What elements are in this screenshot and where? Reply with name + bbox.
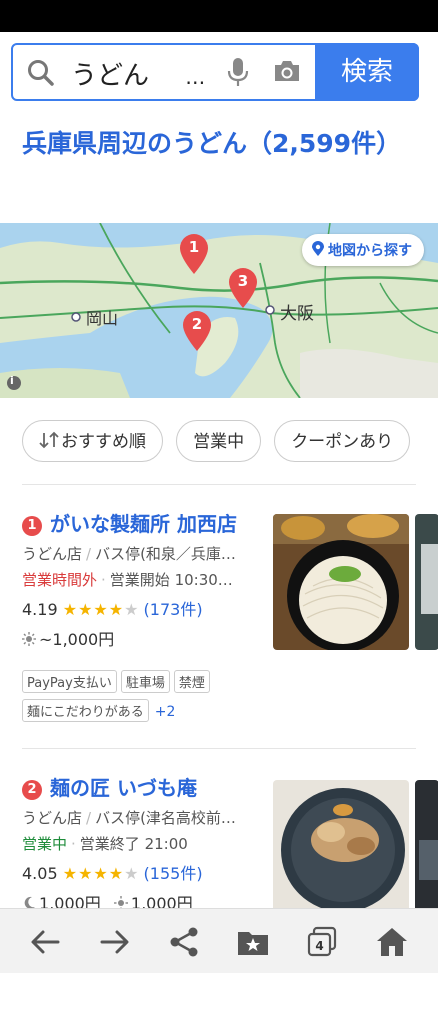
divider [22,484,416,485]
sort-chip-label: おすすめ順 [61,432,146,452]
result-access: バス停(津名高校前… [95,809,236,827]
review-count[interactable]: (173件) [144,600,203,619]
star-icon-empty: ★ [124,864,139,883]
result-meta: うどん店 / バス停(和泉／兵庫… [22,545,236,563]
filter-chip-open-now[interactable]: 営業中 [176,420,262,462]
map-label-okayama: 岡山 [86,309,119,328]
search-icon [28,60,54,86]
sort-icon [39,431,59,449]
map-pin-label: 1 [188,238,200,256]
map-search-label: 地図から探す [328,243,412,259]
result-tags: PayPay支払い 駐車場 禁煙 麺にこだわりがある +2 [22,670,267,728]
result-category: うどん店 [22,809,83,827]
share-icon[interactable] [167,925,201,959]
tag: 禁煙 [173,670,210,693]
search-bar[interactable]: うどん … 検索 [11,43,419,101]
forward-arrow-icon[interactable] [98,925,132,959]
moon-icon [24,896,35,908]
result-hours: 営業中 · 営業終了 21:00 [22,835,188,853]
map-info-icon[interactable]: i [10,374,14,387]
back-arrow-icon[interactable] [28,925,62,959]
sun-icon [113,896,128,908]
tag: 麺にこだわりがある [22,699,149,722]
search-query: うどん [71,61,150,91]
result-name: 麺の匠 いづも庵 [50,776,197,800]
result-number-badge: 1 [22,516,42,536]
map-label-osaka: 大阪 [280,304,314,324]
review-count[interactable]: (155件) [144,864,203,883]
sun-icon [22,632,36,646]
tag: PayPay支払い [22,670,117,693]
result-number-badge: 2 [22,780,42,800]
page-title: 兵庫県周辺のうどん（2,599件） [22,129,402,158]
result-hours: 営業時間外 · 営業開始 10:30… [22,571,233,589]
result-photo[interactable] [273,514,409,650]
result-hours-text: 営業開始 10:30… [109,571,233,589]
result-rating: 4.19 ★★★★★ (173件) [22,596,203,620]
result-card-2[interactable]: 2 麺の匠 いづも庵 うどん店 / バス停(津名高校前… 営業中 · 営業終了 21:00… [22,772,438,908]
price-lunch: 1,000円 [130,894,193,908]
filter-chip-coupon[interactable]: クーポンあり [274,420,411,462]
search-ellipsis: … [185,65,206,89]
result-rating: 4.05 ★★★★★ (155件) [22,860,203,884]
browser-toolbar: 4 [0,908,438,973]
price-lunch: ~1,000円 [39,630,115,649]
home-icon[interactable] [375,925,409,959]
status-bar [0,0,438,32]
tag: 駐車場 [120,670,170,693]
camera-icon[interactable] [273,59,301,83]
result-photo-next[interactable] [415,514,438,650]
bookmark-folder-icon[interactable] [236,925,270,959]
search-button[interactable]: 検索 [315,43,419,101]
result-title[interactable]: 1 がいな製麺所 加西店 [22,508,237,537]
result-status: 営業時間外 [22,571,98,589]
result-card-1[interactable]: 1 がいな製麺所 加西店 うどん店 / バス停(和泉／兵庫… 営業時間外 · 営業開始 1… [22,508,438,728]
filter-bar: おすすめ順 営業中 クーポンあり [22,420,438,464]
map-pin-1[interactable]: 1 [177,231,211,279]
more-tags-link[interactable]: +2 [155,704,176,720]
rating-value: 4.05 [22,864,58,883]
map-pin-label: 2 [191,315,203,333]
result-status: 営業中 [22,835,68,853]
divider [22,748,416,749]
map-pin-3[interactable]: 3 [226,265,260,313]
result-photo[interactable] [273,780,409,908]
result-hours-text: 営業終了 21:00 [79,835,188,853]
star-icons: ★★★★ [62,600,125,619]
star-icons: ★★★★ [62,864,125,883]
result-meta: うどん店 / バス停(津名高校前… [22,809,236,827]
result-category: うどん店 [22,545,83,563]
result-price: ~1,000円 [22,626,114,650]
mic-icon[interactable] [227,57,249,87]
rating-value: 4.19 [22,600,58,619]
result-photo-next[interactable] [415,780,438,908]
result-access: バス停(和泉／兵庫… [95,545,236,563]
tabs-icon[interactable]: 4 [305,925,339,959]
svg-text:4: 4 [315,939,323,953]
star-icon-empty: ★ [124,600,139,619]
result-title[interactable]: 2 麺の匠 いづも庵 [22,772,197,801]
map-pin-2[interactable]: 2 [180,308,214,356]
result-price: 1,000円 1,000円 [22,890,193,908]
map-search-button[interactable]: 地図から探す [302,234,424,266]
price-dinner: 1,000円 [39,894,101,908]
sort-chip[interactable]: おすすめ順 [22,420,163,462]
location-pin-icon [312,241,324,256]
result-name: がいな製麺所 加西店 [50,512,237,536]
search-input[interactable]: うどん … [71,55,205,92]
map[interactable]: 岡山 大阪 i 1 2 3 地図から探す [0,223,438,398]
map-pin-label: 3 [237,272,249,290]
